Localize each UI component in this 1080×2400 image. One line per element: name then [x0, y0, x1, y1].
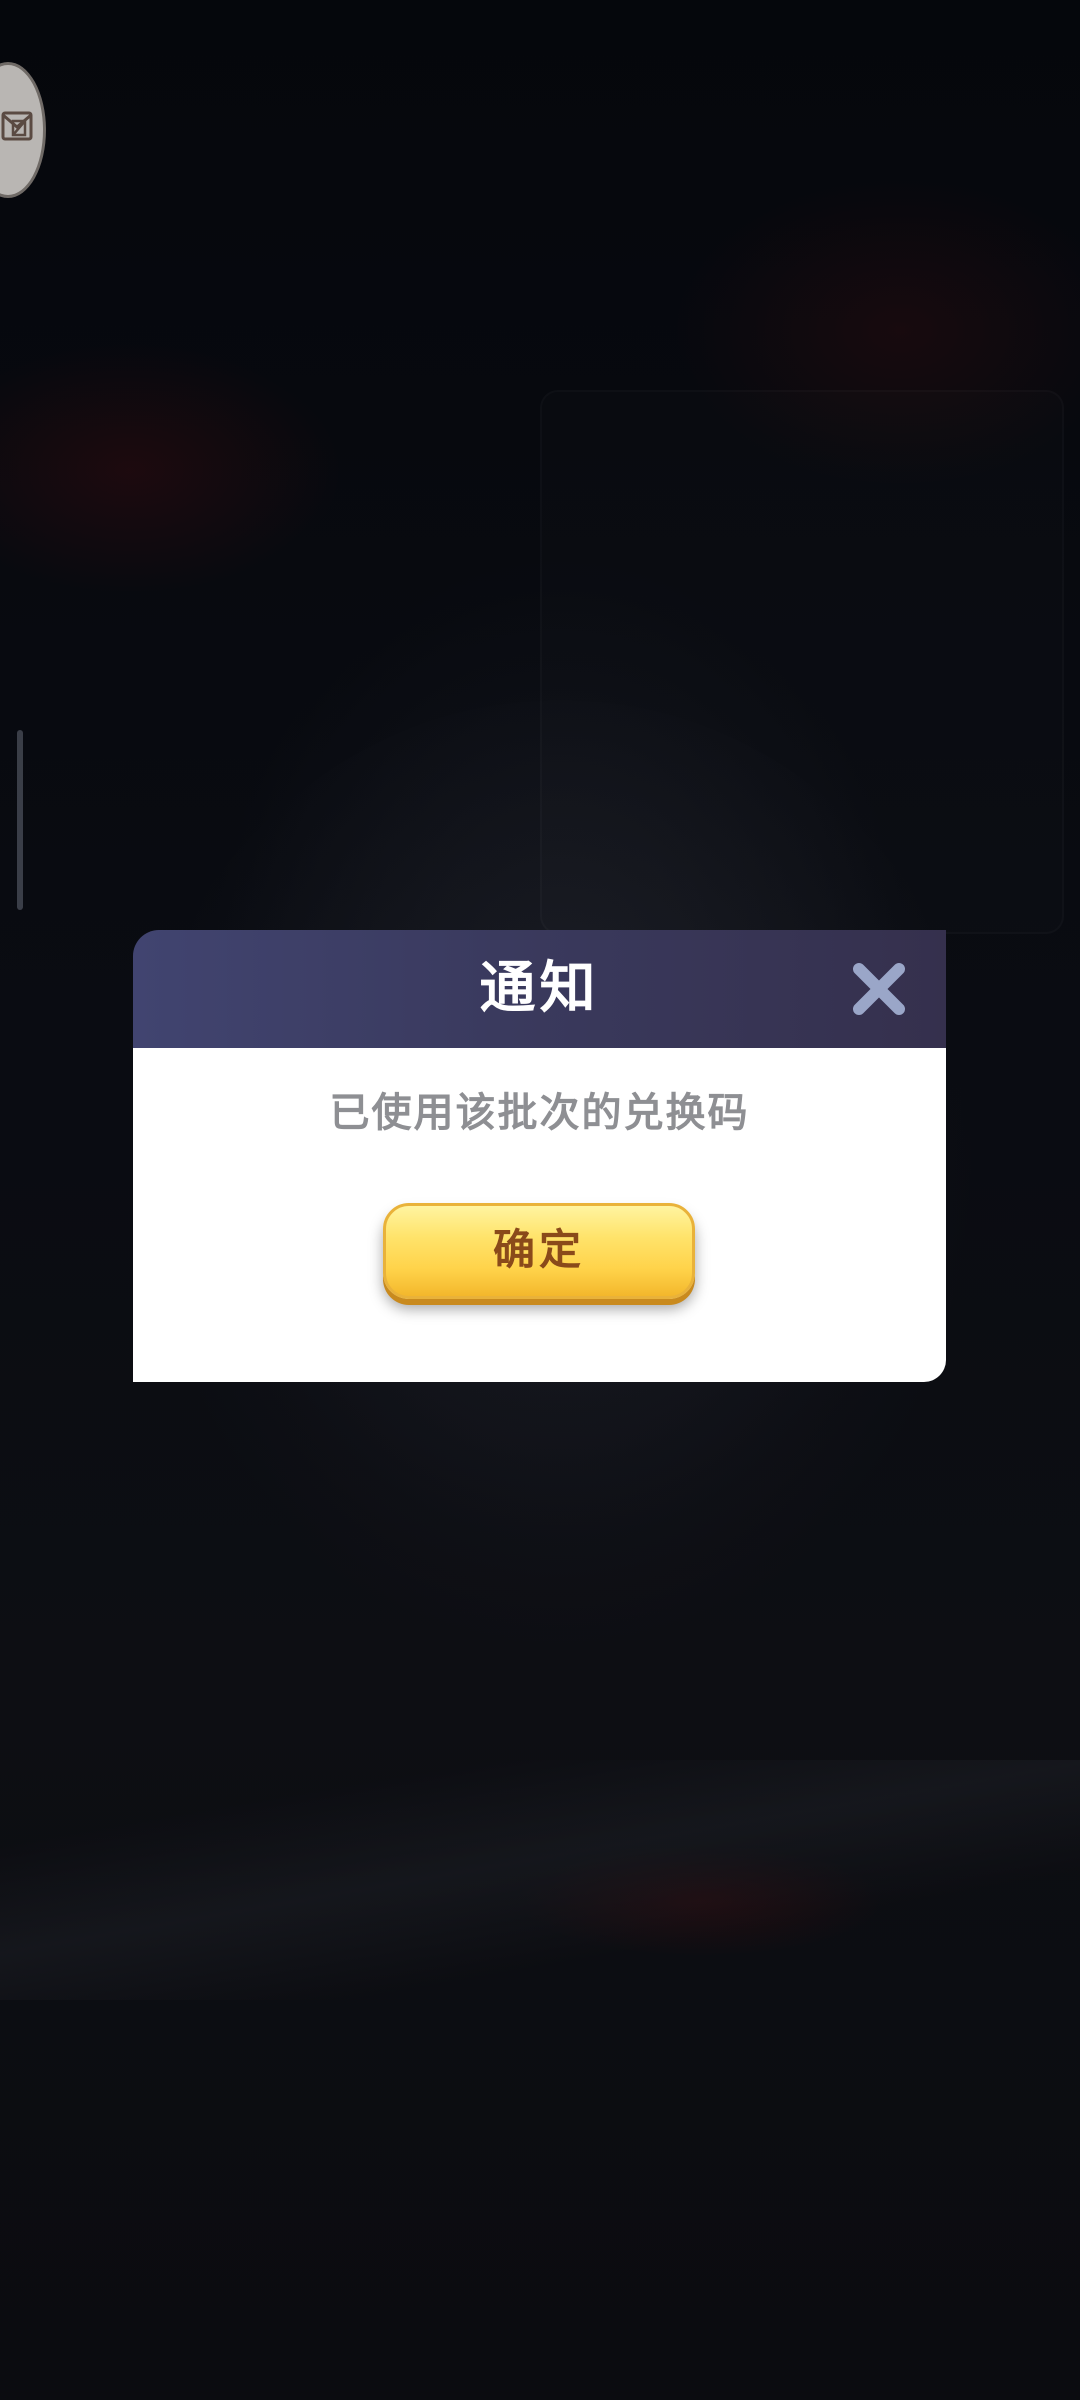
- background-streak: [0, 1760, 1080, 2000]
- mail-icon: [1, 111, 33, 141]
- confirm-button[interactable]: 确定: [383, 1203, 695, 1299]
- notice-dialog: 通知 已使用该批次的兑换码 确定: [133, 930, 946, 1462]
- dialog-message: 已使用该批次的兑换码: [329, 1090, 750, 1136]
- scroll-indicator[interactable]: [17, 730, 23, 910]
- background-panel: [540, 390, 1064, 934]
- mail-button[interactable]: [0, 62, 46, 198]
- dialog-body: 已使用该批次的兑换码 确定: [133, 1048, 946, 1382]
- game-screen: 通知 已使用该批次的兑换码 确定: [0, 0, 1080, 2400]
